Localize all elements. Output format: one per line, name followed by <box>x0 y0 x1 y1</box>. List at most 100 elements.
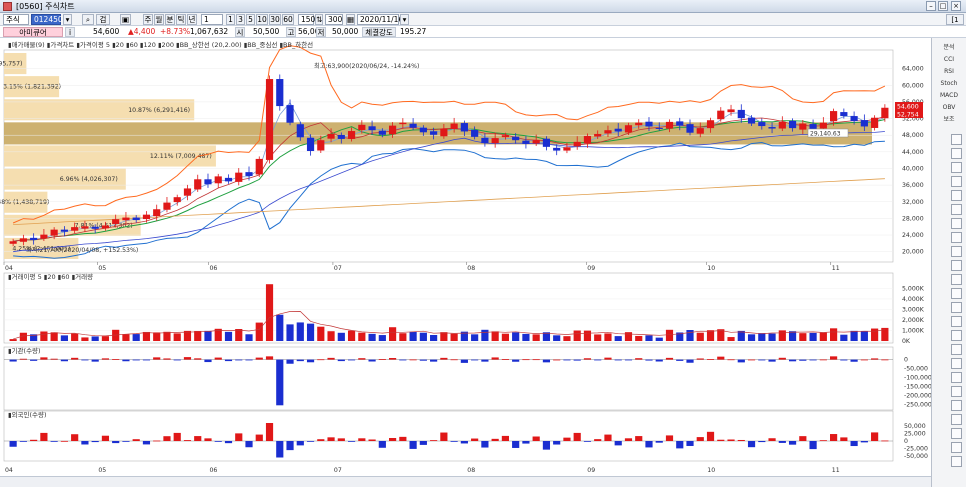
lock-icon[interactable]: ▣ <box>120 14 131 25</box>
drawing-tool-icon[interactable] <box>951 344 962 355</box>
drawing-tool-icon[interactable] <box>951 456 962 467</box>
institution-bar <box>799 359 807 361</box>
candle-body <box>860 120 868 127</box>
foreign-bar <box>532 436 540 441</box>
drawing-tool-icon[interactable] <box>951 218 962 229</box>
interval-5-button[interactable]: 5 <box>246 14 255 25</box>
foreign-bar <box>594 439 602 441</box>
institution-bar <box>245 359 253 361</box>
side-button-rsi[interactable]: RSI <box>935 66 963 77</box>
drawing-tool-icon[interactable] <box>951 148 962 159</box>
current-price-tag-label: 54,600 <box>897 104 919 111</box>
volume-bar <box>645 335 653 341</box>
drawing-tool-icon[interactable] <box>951 204 962 215</box>
drawing-tool-icon[interactable] <box>951 260 962 271</box>
drawing-tool-icon[interactable] <box>951 400 962 411</box>
drawing-tool-icon[interactable] <box>951 162 962 173</box>
drawing-tool-icon[interactable] <box>951 274 962 285</box>
interval-30-button[interactable]: 30 <box>269 14 281 25</box>
side-button-analysis[interactable]: 분석 <box>935 42 963 53</box>
maximize-button[interactable]: □ <box>938 1 948 11</box>
institution-bar <box>142 359 151 361</box>
dropdown-arrow-icon[interactable]: ▾ <box>63 14 72 25</box>
period-value-input[interactable]: 1 <box>201 14 223 25</box>
candle-body <box>214 176 222 184</box>
stock-chart-canvas[interactable]: 1.28% (695,757) 3.15% (1,821,392) 10.87% (… <box>0 38 931 476</box>
candle-body <box>194 179 202 190</box>
info-icon[interactable]: i <box>65 27 75 37</box>
volume-bar <box>727 337 735 341</box>
search-button[interactable]: 검색 <box>96 14 110 34</box>
side-button-macd[interactable]: MACD <box>935 90 963 101</box>
period-minute-button[interactable]: 분 <box>165 14 175 25</box>
period-year-button[interactable]: 년 <box>187 14 197 25</box>
volume-bar <box>419 332 427 341</box>
drawing-tool-icon[interactable] <box>951 190 962 201</box>
interval-60-button[interactable]: 60 <box>282 14 294 25</box>
candle-body <box>799 123 807 130</box>
drawing-tool-icon[interactable] <box>951 442 962 453</box>
code-input[interactable]: 012450 <box>31 14 63 25</box>
date-dropdown-icon[interactable]: ▾ <box>400 14 409 25</box>
calendar-icon[interactable]: ▦ <box>346 14 355 25</box>
drawing-tool-icon[interactable] <box>951 428 962 439</box>
foreign-bar <box>881 440 889 442</box>
volume-bar <box>604 333 612 341</box>
foreign-bar <box>830 434 838 441</box>
foreign-bar <box>860 441 868 443</box>
count-input[interactable]: 150 <box>298 14 315 25</box>
drawing-tool-icon[interactable] <box>951 372 962 383</box>
drawing-tool-icon[interactable] <box>951 232 962 243</box>
interval-10-button[interactable]: 10 <box>256 14 268 25</box>
date-input[interactable]: 2020/11/16 <box>357 14 403 25</box>
volume-bar <box>830 328 838 341</box>
price-tick-label: 48,000 <box>902 132 924 139</box>
price-tick-label: 28,000 <box>902 215 924 222</box>
candle-body <box>306 137 315 152</box>
interval-3-button[interactable]: 3 <box>236 14 245 25</box>
drawing-tool-icon[interactable] <box>951 176 962 187</box>
foreign-bar <box>512 441 520 448</box>
foreign-bar <box>799 436 807 441</box>
drawing-tool-icon[interactable] <box>951 330 962 341</box>
foreign-bar <box>265 423 274 441</box>
foreign-bar <box>676 441 684 449</box>
drawing-tool-icon[interactable] <box>951 358 962 369</box>
volume-bar <box>91 336 99 341</box>
foreign-bar <box>727 439 735 441</box>
market-select[interactable]: 주식 <box>3 14 29 25</box>
drawing-tool-icon[interactable] <box>951 414 962 425</box>
institution-bar <box>501 359 509 360</box>
drawing-tool-icon[interactable] <box>951 134 962 145</box>
foreign-bar <box>871 432 879 441</box>
minimize-button[interactable]: – <box>926 1 936 11</box>
search-icon[interactable]: ⌕ <box>82 14 94 25</box>
period-tick-button[interactable]: 틱 <box>176 14 186 25</box>
window-title: [0560] 주식차트 <box>16 2 75 11</box>
side-button-stoch[interactable]: Stoch <box>935 78 963 89</box>
institution-bar <box>409 359 417 361</box>
count-stepper[interactable]: ⇅ <box>315 14 323 25</box>
candle-body <box>265 79 274 160</box>
volume-tick-label: 4,000K <box>902 296 925 303</box>
foreign-bar <box>471 438 479 441</box>
side-button-aux[interactable]: 보조 <box>935 114 963 125</box>
period-week-button[interactable]: 주 <box>143 14 153 25</box>
foreign-bar <box>788 441 797 445</box>
foreign-bar <box>9 441 17 447</box>
close-button[interactable]: × <box>951 1 961 11</box>
drawing-tool-icon[interactable] <box>951 246 962 257</box>
drawing-tool-icon[interactable] <box>951 288 962 299</box>
foreign-bar <box>624 438 633 441</box>
drawing-tool-icon[interactable] <box>951 386 962 397</box>
drawing-tool-icon[interactable] <box>951 316 962 327</box>
institution-bar <box>378 359 386 360</box>
volume-bar <box>860 331 868 341</box>
interval-1-button[interactable]: 1 <box>226 14 235 25</box>
period-month-button[interactable]: 월 <box>154 14 164 25</box>
foreign-bar <box>183 440 192 441</box>
bottom-scrollbar[interactable] <box>0 476 931 487</box>
drawing-tool-icon[interactable] <box>951 302 962 313</box>
side-button-obv[interactable]: OBV <box>935 102 963 113</box>
side-button-cci[interactable]: CCI <box>935 54 963 65</box>
